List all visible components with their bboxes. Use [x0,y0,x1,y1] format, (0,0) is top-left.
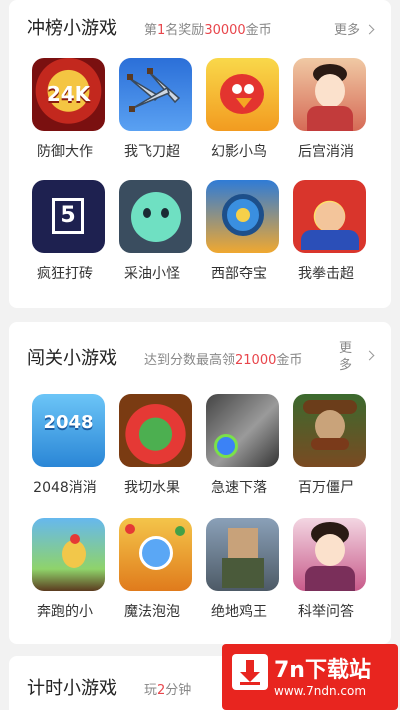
section-header: 闯关小游戏 达到分数最高领21000金币 更多 [27,340,379,380]
game-name: 2048消消 [33,480,97,496]
green-monster-icon [119,180,192,253]
angry-bird-icon [206,58,279,131]
watermark-url: www.7ndn.com [274,684,367,698]
section-subtitle: 第1名奖励30000金币 [144,23,272,38]
number-block-icon: 5 [32,180,105,253]
game-tile[interactable]: 5 疯狂打砖 [22,180,108,292]
24k-coin-icon: 24K [32,58,105,131]
game-tile[interactable]: 幻影小鸟 [196,58,282,170]
game-tile[interactable]: 我飞刀超 [109,58,195,170]
game-tile[interactable]: 科举问答 [283,518,369,630]
game-name: 我切水果 [124,480,180,496]
game-name: 后宫消消 [298,144,354,160]
game-name: 疯狂打砖 [37,266,93,282]
game-name: 幻影小鸟 [211,144,267,160]
game-name: 奔跑的小 [37,604,93,620]
section-subtitle: 达到分数最高领21000金币 [144,353,303,368]
game-tile[interactable]: 绝地鸡王 [196,518,282,630]
section-subtitle: 玩2分钟 [144,683,192,698]
scholar-lady-icon [293,518,366,591]
running-chicken-icon [32,518,105,591]
more-link[interactable]: 更多 [334,19,375,38]
treasure-wheel-icon [206,180,279,253]
game-tile[interactable]: 奔跑的小 [22,518,108,630]
site-watermark: 7n下载站 www.7ndn.com [222,644,398,710]
chevron-right-icon[interactable] [364,350,375,361]
game-name: 急速下落 [211,480,267,496]
game-tile[interactable]: 百万僵尸 [283,394,369,506]
game-name: 百万僵尸 [298,480,354,496]
game-tile[interactable]: 2048 2048消消 [22,394,108,506]
section-card-levels: 闯关小游戏 达到分数最高领21000金币 更多 2048 2048消消 我切水果… [9,322,391,644]
game-tile[interactable]: 魔法泡泡 [109,518,195,630]
magic-bubble-icon [119,518,192,591]
section-title: 计时小游戏 [27,678,117,699]
comic-punch-icon [293,180,366,253]
more-link[interactable]: 更多 [339,340,357,374]
falling-planet-icon [206,394,279,467]
soldier-icon [206,518,279,591]
2048-tiles-icon: 2048 [32,394,105,467]
game-name: 魔法泡泡 [124,604,180,620]
game-name: 西部夺宝 [211,266,267,282]
game-tile[interactable]: 急速下落 [196,394,282,506]
game-tile[interactable]: 我拳击超 [283,180,369,292]
game-tile[interactable]: 后宫消消 [283,58,369,170]
fruit-slice-icon [119,394,192,467]
game-tile[interactable]: 采油小怪 [109,180,195,292]
game-tile[interactable]: 西部夺宝 [196,180,282,292]
game-name: 采油小怪 [124,266,180,282]
section-title: 闯关小游戏 [27,348,117,369]
section-header: 冲榜小游戏 第1名奖励30000金币 更多 [27,10,379,50]
game-name: 绝地鸡王 [211,604,267,620]
section-card-ranking: 冲榜小游戏 第1名奖励30000金币 更多 24K 防御大作 我飞刀超 幻影小鸟 [9,0,391,308]
section-title: 冲榜小游戏 [27,18,117,39]
game-tile[interactable]: 我切水果 [109,394,195,506]
flying-knife-icon [119,58,192,131]
zombie-cowboy-icon [293,394,366,467]
palace-lady-icon [293,58,366,131]
game-name: 我飞刀超 [124,144,180,160]
game-name: 科举问答 [298,604,354,620]
watermark-title: 7n下载站 [274,658,371,683]
game-name: 我拳击超 [298,266,354,282]
game-name: 防御大作 [37,144,93,160]
chevron-right-icon [364,24,375,35]
download-arrow-icon [232,654,268,690]
game-tile[interactable]: 24K 防御大作 [22,58,108,170]
